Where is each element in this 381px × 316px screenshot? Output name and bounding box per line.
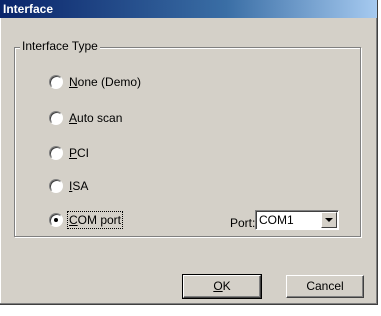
radio-button[interactable] [49,213,63,227]
radio-label: Auto scan [69,111,123,125]
chevron-down-icon [325,218,333,222]
radio-selected-dot [54,218,58,222]
interface-dialog: Interface Interface Type None (Demo) Aut… [0,0,378,305]
radio-none-demo[interactable]: None (Demo) [49,74,141,90]
radio-com-port[interactable]: COM port [49,211,124,229]
dialog-title: Interface [3,2,54,16]
radio-label: PCI [69,146,90,160]
radio-pci[interactable]: PCI [49,145,89,161]
cancel-button[interactable]: Cancel [286,275,364,298]
port-label: Port: [230,216,256,230]
radio-button[interactable] [49,146,63,160]
radio-label: ISA [69,179,89,193]
interface-type-label: Interface Type [20,39,100,53]
radio-auto-scan[interactable]: Auto scan [49,110,122,126]
port-select[interactable]: COM1 [255,210,339,230]
radio-isa[interactable]: ISA [49,178,88,194]
radio-button[interactable] [49,111,63,125]
ok-button[interactable]: OK [182,274,262,299]
dropdown-button[interactable] [321,212,337,228]
radio-label: None (Demo) [69,75,142,89]
port-select-value: COM1 [259,213,294,227]
dialog-title-bar[interactable]: Interface [0,0,377,18]
radio-button[interactable] [49,179,63,193]
radio-label: COM port [66,211,124,229]
radio-button[interactable] [49,75,63,89]
